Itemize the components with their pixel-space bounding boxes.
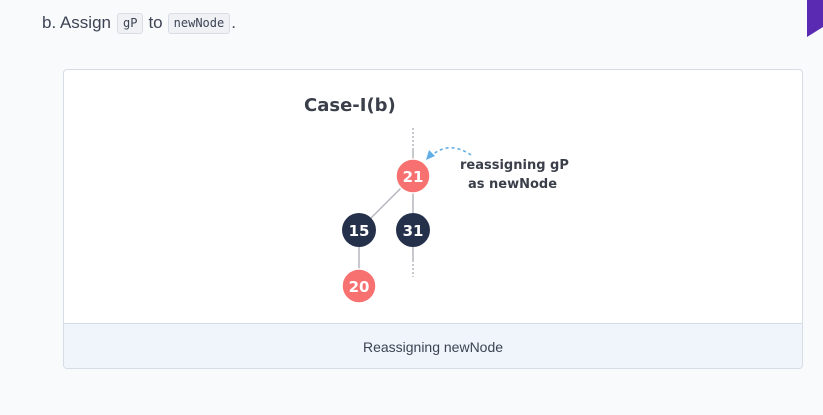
annotation-line-1: reassigning gP xyxy=(460,158,569,173)
node-31: 31 xyxy=(396,213,430,247)
corner-accent-shape xyxy=(807,0,823,37)
node-20: 20 xyxy=(341,268,377,304)
figure-card: Case-I(b) reassigning gP as newNode 21 1… xyxy=(63,69,803,369)
node-21: 21 xyxy=(395,158,431,194)
step-suffix: . xyxy=(231,13,236,32)
reassign-arrow xyxy=(430,146,472,157)
figure-image: Case-I(b) reassigning gP as newNode 21 1… xyxy=(283,70,583,323)
red-black-tree-diagram: Case-I(b) reassigning gP as newNode 21 1… xyxy=(304,95,569,304)
node-15: 15 xyxy=(342,213,376,247)
diagram-title: Case-I(b) xyxy=(304,95,396,116)
node-20-label: 20 xyxy=(349,278,370,296)
step-prefix: b. Assign xyxy=(42,13,111,32)
node-15-label: 15 xyxy=(349,222,370,240)
figure-caption: Reassigning newNode xyxy=(64,323,802,368)
node-31-label: 31 xyxy=(403,222,424,240)
step-instruction: b. Assign gP to newNode . xyxy=(42,10,236,36)
inline-code-gp: gP xyxy=(117,12,144,34)
node-21-label: 21 xyxy=(403,168,424,186)
step-middle: to xyxy=(148,13,163,32)
annotation-line-2: as newNode xyxy=(468,177,557,192)
arrow-head-icon xyxy=(426,150,435,160)
inline-code-newnode: newNode xyxy=(167,12,231,34)
